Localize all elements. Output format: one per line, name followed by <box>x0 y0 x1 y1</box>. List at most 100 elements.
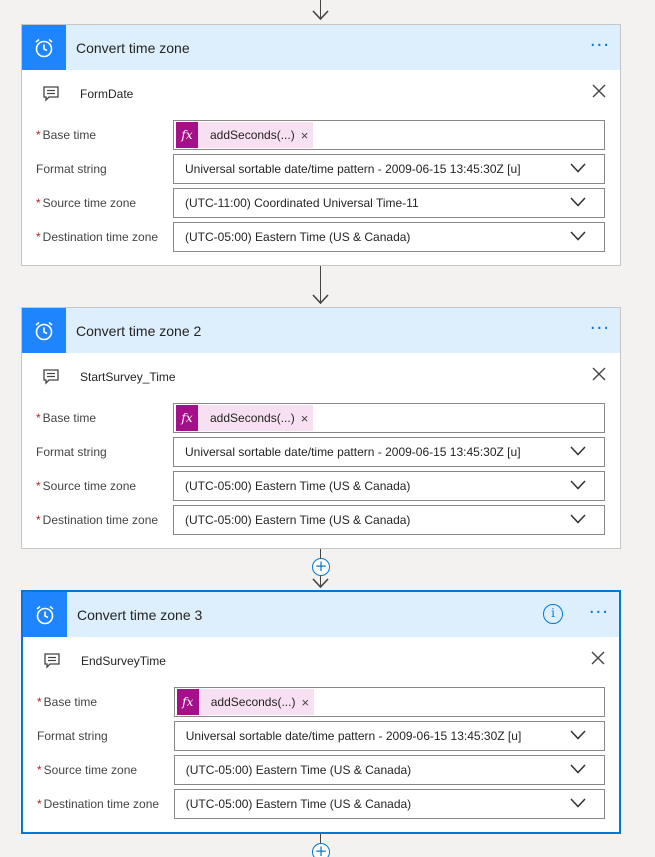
card-header[interactable]: Convert time zone 2 ··· <box>22 308 620 353</box>
field-label: * Base time <box>36 411 173 425</box>
more-options-icon[interactable]: ··· <box>590 37 610 55</box>
dropdown-value: (UTC-05:00) Eastern Time (US & Canada) <box>185 763 412 777</box>
base-time-input[interactable]: fx addSeconds(...) × <box>173 120 605 150</box>
chevron-down-icon[interactable] <box>570 480 586 490</box>
dropdown-value: (UTC-05:00) Eastern Time (US & Canada) <box>185 513 411 527</box>
token-label: addSeconds(...) <box>210 411 295 425</box>
comment-text: EndSurveyTime <box>81 654 166 668</box>
card-title[interactable]: Convert time zone 3 <box>77 607 202 623</box>
fx-icon: fx <box>176 122 198 148</box>
field-label: * Base time <box>36 128 173 142</box>
token-remove-icon[interactable]: × <box>301 695 314 710</box>
field-label: * Destination time zone <box>37 797 174 811</box>
required-marker: * <box>37 763 42 777</box>
comment-row[interactable]: FormDate <box>36 70 606 118</box>
label-text: Source time zone <box>42 196 137 210</box>
field-label: Format string <box>36 445 107 459</box>
dropdown-value: (UTC-05:00) Eastern Time (US & Canada) <box>185 230 411 244</box>
expression-token[interactable]: fx addSeconds(...) × <box>176 405 314 431</box>
card-body: FormDate * Base time fx addSeconds(...) ×… <box>22 70 620 254</box>
action-card-convert-time-zone-3[interactable]: Convert time zone 3 i ··· EndSurveyTime … <box>21 590 621 834</box>
chevron-down-icon[interactable] <box>570 231 586 241</box>
field-label: * Destination time zone <box>36 513 173 527</box>
dropdown-value: Universal sortable date/time pattern - 2… <box>185 445 521 459</box>
chevron-down-icon[interactable] <box>570 514 586 524</box>
format-string-dropdown[interactable]: Universal sortable date/time pattern - 2… <box>173 154 605 184</box>
destination-time-zone-dropdown[interactable]: (UTC-05:00) Eastern Time (US & Canada) <box>173 789 605 819</box>
dropdown-value: Universal sortable date/time pattern - 2… <box>185 162 521 176</box>
dropdown-value: Universal sortable date/time pattern - 2… <box>185 729 522 743</box>
token-label: addSeconds(...) <box>210 128 295 142</box>
fx-icon: fx <box>176 405 198 431</box>
comment-text: FormDate <box>80 87 134 101</box>
token-remove-icon[interactable]: × <box>301 128 314 143</box>
add-step-icon[interactable]: + <box>312 843 330 857</box>
action-card-convert-time-zone-2[interactable]: Convert time zone 2 ··· StartSurvey_Time… <box>21 307 621 549</box>
field-format-string: Format string Universal sortable date/ti… <box>37 719 605 753</box>
arrow-down-icon <box>312 10 330 20</box>
base-time-input[interactable]: fx addSeconds(...) × <box>173 687 605 717</box>
arrow-down-icon <box>312 294 330 304</box>
field-label: Format string <box>36 162 107 176</box>
source-time-zone-dropdown[interactable]: (UTC-05:00) Eastern Time (US & Canada) <box>173 471 605 501</box>
required-marker: * <box>36 230 41 244</box>
destination-time-zone-dropdown[interactable]: (UTC-05:00) Eastern Time (US & Canada) <box>173 222 605 252</box>
field-base-time: * Base time fx addSeconds(...) × <box>37 685 605 719</box>
field-format-string: Format string Universal sortable date/ti… <box>36 152 606 186</box>
token-remove-icon[interactable]: × <box>301 411 314 426</box>
action-card-convert-time-zone[interactable]: Convert time zone ··· FormDate * Base tim… <box>21 24 621 266</box>
source-time-zone-dropdown[interactable]: (UTC-11:00) Coordinated Universal Time-1… <box>173 188 605 218</box>
more-options-icon[interactable]: ··· <box>589 604 609 622</box>
add-step-icon[interactable]: + <box>312 558 330 576</box>
chevron-down-icon[interactable] <box>570 730 586 740</box>
close-icon[interactable] <box>592 84 606 98</box>
comment-icon <box>44 653 60 669</box>
field-base-time: * Base time fx addSeconds(...) × <box>36 401 606 435</box>
alarm-clock-icon <box>22 25 66 70</box>
format-string-dropdown[interactable]: Universal sortable date/time pattern - 2… <box>173 721 605 751</box>
comment-icon <box>43 369 59 385</box>
chevron-down-icon[interactable] <box>570 197 586 207</box>
chevron-down-icon[interactable] <box>570 163 586 173</box>
more-options-icon[interactable]: ··· <box>590 320 610 338</box>
label-text: Destination time zone <box>42 513 159 527</box>
chevron-down-icon[interactable] <box>570 798 586 808</box>
info-icon[interactable]: i <box>543 604 563 624</box>
field-label: * Source time zone <box>36 479 173 493</box>
required-marker: * <box>37 695 42 709</box>
close-icon[interactable] <box>591 651 605 665</box>
token-label: addSeconds(...) <box>210 695 296 709</box>
label-text: Source time zone <box>43 763 138 777</box>
fx-icon: fx <box>176 689 199 715</box>
card-header[interactable]: Convert time zone 3 i ··· <box>23 592 619 637</box>
expression-token[interactable]: fx addSeconds(...) × <box>176 689 315 715</box>
comment-row[interactable]: EndSurveyTime <box>37 637 605 685</box>
dropdown-value: (UTC-11:00) Coordinated Universal Time-1… <box>185 196 419 210</box>
card-header[interactable]: Convert time zone ··· <box>22 25 620 70</box>
source-time-zone-dropdown[interactable]: (UTC-05:00) Eastern Time (US & Canada) <box>173 755 605 785</box>
card-body: StartSurvey_Time * Base time fx addSecond… <box>22 353 620 537</box>
comment-row[interactable]: StartSurvey_Time <box>36 353 606 401</box>
card-title[interactable]: Convert time zone <box>76 40 190 56</box>
required-marker: * <box>37 797 42 811</box>
destination-time-zone-dropdown[interactable]: (UTC-05:00) Eastern Time (US & Canada) <box>173 505 605 535</box>
dropdown-value: (UTC-05:00) Eastern Time (US & Canada) <box>185 797 412 811</box>
required-marker: * <box>36 196 41 210</box>
expression-token[interactable]: fx addSeconds(...) × <box>176 122 314 148</box>
close-icon[interactable] <box>592 367 606 381</box>
chevron-down-icon[interactable] <box>570 446 586 456</box>
field-base-time: * Base time fx addSeconds(...) × <box>36 118 606 152</box>
label-text: Base time <box>42 411 97 425</box>
format-string-dropdown[interactable]: Universal sortable date/time pattern - 2… <box>173 437 605 467</box>
label-text: Destination time zone <box>43 797 160 811</box>
field-label: * Destination time zone <box>36 230 173 244</box>
field-source-time-zone: * Source time zone (UTC-11:00) Coordinate… <box>36 186 606 220</box>
label-text: Source time zone <box>42 479 137 493</box>
field-label: Format string <box>37 729 108 743</box>
card-title[interactable]: Convert time zone 2 <box>76 323 201 339</box>
base-time-input[interactable]: fx addSeconds(...) × <box>173 403 605 433</box>
alarm-clock-icon <box>23 592 67 637</box>
alarm-clock-icon <box>22 308 66 353</box>
chevron-down-icon[interactable] <box>570 764 586 774</box>
label-text: Destination time zone <box>42 230 159 244</box>
